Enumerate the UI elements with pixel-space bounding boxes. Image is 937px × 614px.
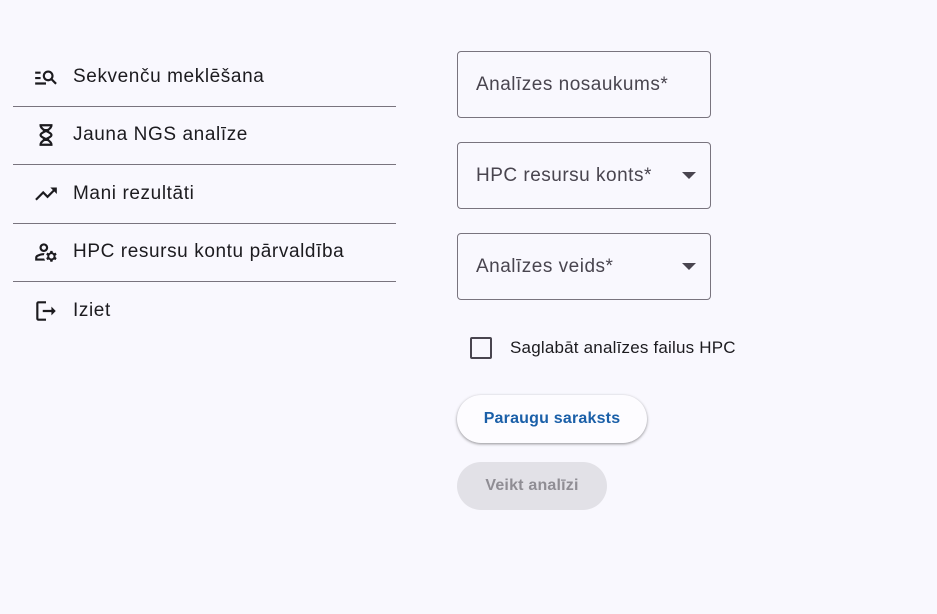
- hpc-account-select[interactable]: HPC resursu konts*: [457, 142, 711, 209]
- analysis-type-select[interactable]: Analīzes veids*: [457, 233, 711, 300]
- logout-icon: [33, 298, 59, 324]
- save-files-option: Saglabāt analīzes failus HPC: [470, 337, 736, 359]
- nav-item-logout[interactable]: Iziet: [13, 282, 396, 341]
- nav-item-label: Mani rezultāti: [73, 182, 195, 204]
- trending-up-icon: [33, 181, 59, 207]
- side-navigation: Sekvenču meklēšana Jauna NGS analīze Man…: [13, 48, 396, 341]
- analysis-name-placeholder: Analīzes nosaukums*: [476, 73, 669, 95]
- dna-hourglass-icon: [33, 122, 59, 148]
- nav-item-my-results[interactable]: Mani rezultāti: [13, 165, 396, 224]
- run-analysis-button: Veikt analīzi: [457, 462, 607, 510]
- nav-item-label: Iziet: [73, 300, 111, 322]
- sample-list-button[interactable]: Paraugu saraksts: [457, 395, 647, 443]
- nav-item-label: Jauna NGS analīze: [73, 124, 248, 146]
- manage-search-icon: [33, 64, 59, 90]
- analysis-type-placeholder: Analīzes veids*: [476, 255, 614, 277]
- analysis-name-input[interactable]: Analīzes nosaukums*: [457, 51, 711, 118]
- nav-item-label: Sekvenču meklēšana: [73, 65, 265, 87]
- manage-accounts-icon: [33, 239, 59, 265]
- nav-item-sequence-search[interactable]: Sekvenču meklēšana: [13, 48, 396, 107]
- nav-item-hpc-accounts[interactable]: HPC resursu kontu pārvaldība: [13, 224, 396, 282]
- dropdown-arrow-icon: [682, 263, 696, 270]
- nav-item-new-ngs-analysis[interactable]: Jauna NGS analīze: [13, 107, 396, 165]
- hpc-account-placeholder: HPC resursu konts*: [476, 164, 652, 186]
- save-files-checkbox[interactable]: [470, 337, 492, 359]
- save-files-label: Saglabāt analīzes failus HPC: [510, 338, 736, 357]
- dropdown-arrow-icon: [682, 172, 696, 179]
- nav-item-label: HPC resursu kontu pārvaldība: [73, 241, 345, 263]
